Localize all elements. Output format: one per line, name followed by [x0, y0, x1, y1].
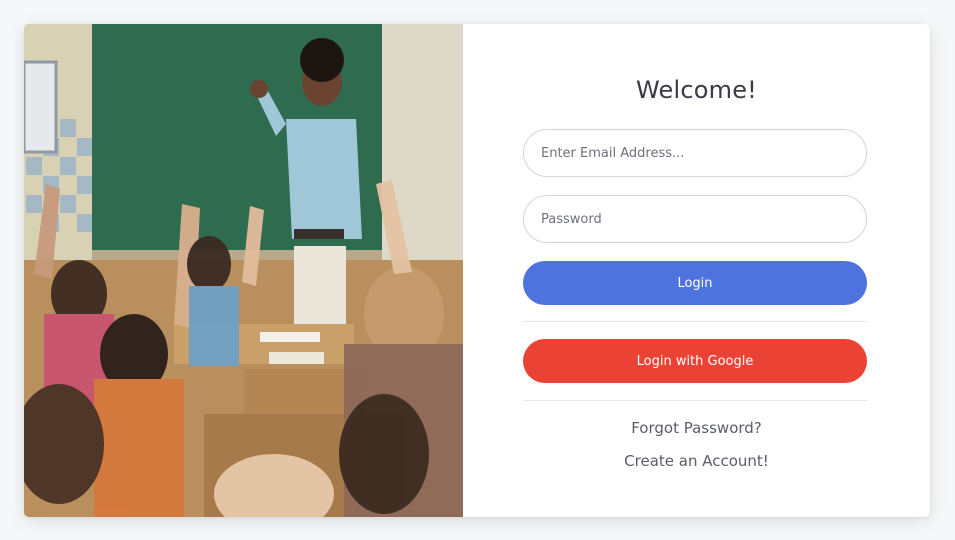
login-card: Welcome! Login Login with Google Forgot …: [24, 24, 930, 517]
google-login-button[interactable]: Login with Google: [523, 339, 867, 383]
create-account-link[interactable]: Create an Account!: [463, 452, 930, 470]
email-field[interactable]: [523, 129, 867, 177]
divider: [523, 400, 867, 401]
forgot-password-link[interactable]: Forgot Password?: [463, 419, 930, 437]
login-form: Welcome! Login Login with Google Forgot …: [463, 24, 930, 517]
login-button[interactable]: Login: [523, 261, 867, 305]
classroom-photo: [24, 24, 463, 517]
page-title: Welcome!: [635, 76, 757, 104]
divider: [523, 321, 867, 322]
password-field[interactable]: [523, 195, 867, 243]
